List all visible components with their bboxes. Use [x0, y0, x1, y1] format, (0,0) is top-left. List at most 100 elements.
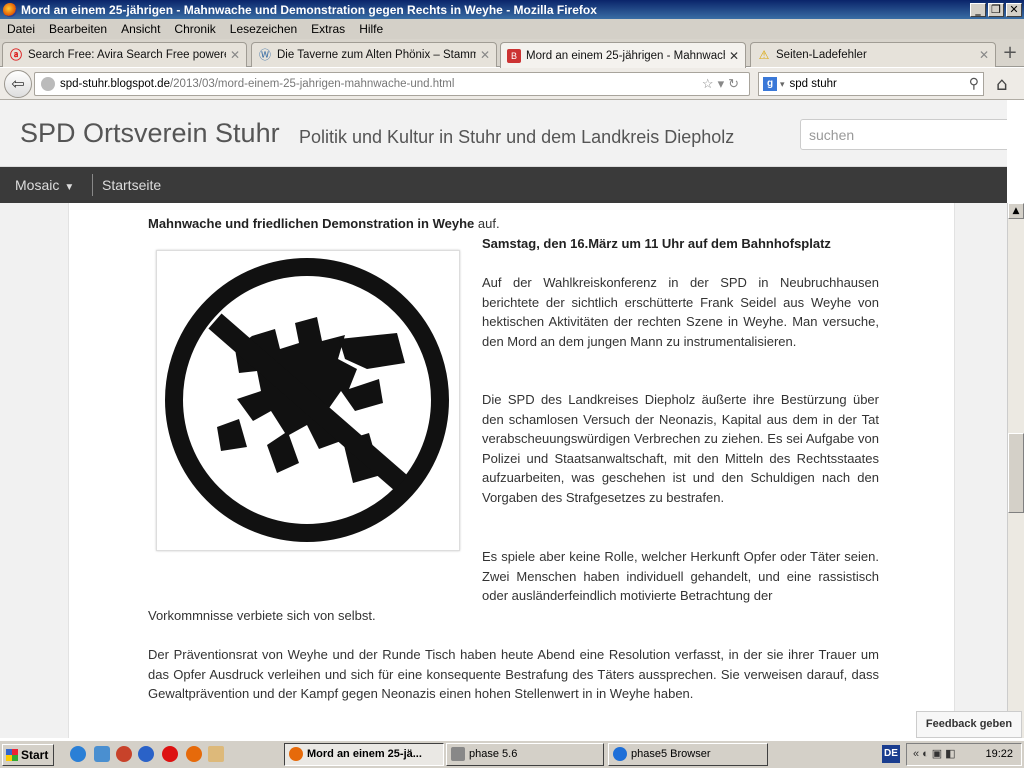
- tab-label: Mord an einem 25-jährigen - Mahnwache...: [526, 49, 725, 62]
- site-nav: Mosaic ▼ Startseite: [0, 167, 1007, 203]
- search-bar[interactable]: g ▾ spd stuhr ⚲: [758, 72, 984, 96]
- tab-strip: ⓐ Search Free: Avira Search Free powered…: [0, 39, 1024, 68]
- nav-mosaic-dropdown[interactable]: Mosaic ▼: [15, 177, 74, 193]
- minimize-button[interactable]: _: [970, 2, 986, 17]
- tab-label: Search Free: Avira Search Free powered..…: [28, 49, 226, 61]
- blogger-icon: B: [507, 48, 521, 63]
- tab-ladefehler[interactable]: ⚠ Seiten-Ladefehler ✕: [750, 42, 996, 67]
- paragraph-2: Die SPD des Landkreises Diepholz äußerte…: [482, 392, 879, 505]
- menu-bearbeiten[interactable]: Bearbeiten: [42, 22, 114, 36]
- firefox-icon: [3, 2, 17, 17]
- content-area: Mahnwache und friedlichen Demonstration …: [68, 203, 955, 738]
- taskbar: Start Mord an einem 25-jä... phase 5.6 p…: [0, 740, 1024, 768]
- anti-nazi-symbol-image: [156, 250, 460, 551]
- tab-close-icon[interactable]: ✕: [979, 48, 989, 62]
- reload-icon[interactable]: ↻: [728, 76, 743, 91]
- navigation-bar: ⇦ spd-stuhr.blogspot.de/2013/03/mord-ein…: [0, 68, 1024, 100]
- nav-divider: [92, 174, 93, 196]
- media-player-icon[interactable]: [138, 746, 154, 762]
- task-phase56[interactable]: phase 5.6: [446, 743, 604, 766]
- search-value: spd stuhr: [789, 78, 837, 90]
- explorer-icon[interactable]: [94, 746, 110, 762]
- menu-extras[interactable]: Extras: [304, 22, 352, 36]
- no-swastika-icon: [165, 258, 449, 542]
- firefox-taskbar-icon[interactable]: [186, 746, 202, 762]
- paragraph-3-wrapped: Es spiele aber keine Rolle, welcher Herk…: [482, 549, 879, 603]
- paragraph-3: Es spiele aber keine Rolle, welcher Herk…: [148, 547, 879, 625]
- tab-avira[interactable]: ⓐ Search Free: Avira Search Free powered…: [2, 42, 247, 67]
- url-path: /2013/03/mord-einem-25-jahrigen-mahnwach…: [169, 78, 455, 90]
- site-header: SPD Ortsverein Stuhr Politik und Kultur …: [0, 100, 1007, 167]
- back-button[interactable]: ⇦: [4, 69, 32, 98]
- lead-rest: auf.: [474, 216, 500, 231]
- menu-hilfe[interactable]: Hilfe: [352, 22, 390, 36]
- bookmark-star-icon[interactable]: ☆: [702, 76, 718, 91]
- tab-label: Seiten-Ladefehler: [776, 49, 867, 61]
- history-dropdown-icon[interactable]: ▾: [718, 76, 729, 91]
- google-icon[interactable]: g: [763, 77, 777, 91]
- scroll-up-icon[interactable]: ▲: [1008, 203, 1024, 219]
- menu-lesezeichen[interactable]: Lesezeichen: [223, 22, 304, 36]
- url-host: spd-stuhr.blogspot.de: [60, 78, 170, 90]
- browser-window: { "window": {"title": "Mord an einem 25-…: [0, 0, 1024, 768]
- caret-down-icon: ▼: [64, 182, 75, 193]
- app-icon[interactable]: [116, 746, 132, 762]
- paragraph-3-rest: Vorkommnisse verbiete sich von selbst.: [148, 607, 376, 623]
- start-button[interactable]: Start: [2, 744, 54, 766]
- tab-close-icon[interactable]: ✕: [729, 49, 739, 63]
- feedback-button[interactable]: Feedback geben: [916, 711, 1022, 738]
- windows-logo-icon: [6, 749, 18, 761]
- site-search-input[interactable]: suchen: [800, 119, 1007, 150]
- url-buttons: ☆▾↻: [702, 76, 743, 92]
- event-date: Samstag, den 16.März um 11 Uhr auf dem B…: [482, 236, 831, 251]
- search-icon[interactable]: ⚲: [969, 75, 979, 92]
- tab-mord-artikel[interactable]: B Mord an einem 25-jährigen - Mahnwache.…: [500, 42, 746, 68]
- menu-bar: Datei Bearbeiten Ansicht Chronik Lesezei…: [0, 19, 1024, 39]
- engine-dropdown-icon[interactable]: ▾: [780, 79, 785, 90]
- wordpress-icon: Ⓦ: [258, 48, 271, 62]
- tray-icons[interactable]: «◐▣◧: [913, 747, 959, 760]
- menu-ansicht[interactable]: Ansicht: [114, 22, 167, 36]
- opera-icon[interactable]: [162, 746, 178, 762]
- web-page: SPD Ortsverein Stuhr Politik und Kultur …: [0, 100, 1007, 738]
- site-tagline: Politik und Kultur in Stuhr und dem Land…: [299, 127, 735, 147]
- browser-icon: [613, 747, 627, 761]
- new-tab-button[interactable]: +: [998, 42, 1022, 66]
- paragraph-4: Der Präventionsrat von Weyhe und der Run…: [148, 647, 879, 701]
- window-title: Mord an einem 25-jährigen - Mahnwache un…: [21, 2, 597, 17]
- tab-taverne[interactable]: Ⓦ Die Taverne zum Alten Phönix – Stammti…: [251, 42, 497, 67]
- ie-icon[interactable]: [70, 746, 86, 762]
- warning-icon: ⚠: [758, 48, 770, 62]
- maximize-button[interactable]: ❐: [988, 2, 1004, 17]
- system-tray: «◐▣◧ 19:22: [906, 743, 1022, 766]
- start-label: Start: [21, 748, 49, 762]
- nav-mosaic-label: Mosaic: [15, 177, 60, 193]
- menu-chronik[interactable]: Chronik: [167, 22, 222, 36]
- lead-bold: Mahnwache und friedlichen Demonstration …: [148, 216, 475, 231]
- globe-icon: [41, 77, 55, 91]
- tab-close-icon[interactable]: ✕: [480, 48, 490, 62]
- scroll-thumb[interactable]: [1008, 433, 1024, 513]
- site-title[interactable]: SPD Ortsverein Stuhr: [20, 118, 280, 149]
- clock: 19:22: [985, 748, 1013, 760]
- task-phase5-browser[interactable]: phase5 Browser: [608, 743, 768, 766]
- home-icon[interactable]: ⌂: [996, 74, 1007, 95]
- task-label: phase 5.6: [469, 748, 518, 760]
- nav-startseite[interactable]: Startseite: [102, 177, 161, 193]
- window-title-bar: Mord an einem 25-jährigen - Mahnwache un…: [0, 0, 1024, 19]
- task-label: Mord an einem 25-jä...: [307, 748, 422, 760]
- task-label: phase5 Browser: [631, 748, 711, 760]
- avira-icon: ⓐ: [9, 48, 22, 62]
- menu-datei[interactable]: Datei: [0, 22, 42, 36]
- vertical-scrollbar[interactable]: ▲: [1007, 203, 1024, 738]
- article-lead: Mahnwache und friedlichen Demonstration …: [148, 214, 500, 234]
- paragraph-1: Auf der Wahlkreiskonferenz in der SPD in…: [482, 275, 879, 349]
- phase-icon: [451, 747, 465, 761]
- close-window-button[interactable]: ✕: [1006, 2, 1022, 17]
- paint-icon[interactable]: [208, 746, 224, 762]
- tab-close-icon[interactable]: ✕: [230, 48, 240, 62]
- url-bar[interactable]: spd-stuhr.blogspot.de/2013/03/mord-einem…: [34, 72, 750, 96]
- language-indicator[interactable]: DE: [882, 745, 900, 763]
- firefox-icon: [289, 747, 303, 761]
- task-firefox[interactable]: Mord an einem 25-jä...: [284, 743, 444, 766]
